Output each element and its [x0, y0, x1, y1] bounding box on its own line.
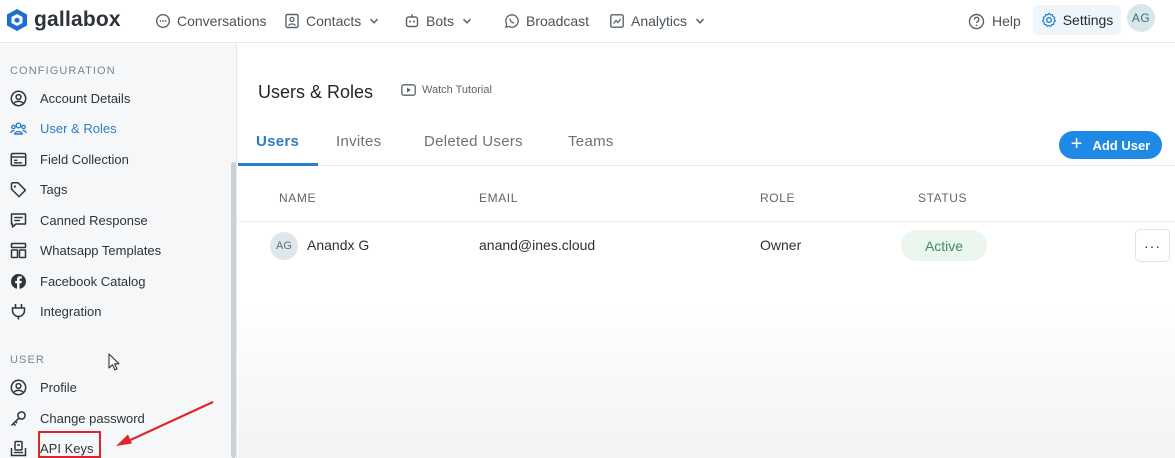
- sidebar-item-canned-response[interactable]: Canned Response: [10, 209, 148, 231]
- page-title: Users & Roles: [258, 82, 374, 102]
- tab-deleted-users[interactable]: Deleted Users: [424, 133, 523, 150]
- plug-icon: [11, 303, 26, 319]
- key-icon: [10, 410, 26, 426]
- sidebar-item-label: Field Collection: [40, 151, 129, 167]
- cell-email: anand@ines.cloud: [479, 237, 596, 253]
- sidebar-item-whatsapp-templates[interactable]: Whatsapp Templates: [10, 239, 161, 261]
- user-circle-icon: [10, 379, 27, 395]
- user-circle-icon: [10, 90, 27, 106]
- analytics-chart-icon: [610, 14, 624, 28]
- facebook-icon: [11, 273, 26, 289]
- nav-analytics-label: Analytics: [631, 13, 688, 29]
- row-more-options-button[interactable]: ···: [1135, 229, 1170, 262]
- id-card-icon: [10, 152, 27, 166]
- chat-bubble-icon: [155, 13, 171, 29]
- tab-teams[interactable]: Teams: [568, 133, 614, 150]
- nav-bots[interactable]: Bots: [404, 9, 472, 33]
- sidebar-item-user-roles[interactable]: User & Roles: [10, 117, 117, 139]
- sidebar-item-label: Tags: [40, 181, 68, 197]
- sidebar-item-profile[interactable]: Profile: [10, 376, 77, 398]
- column-header-email: EMAIL: [479, 191, 519, 205]
- sidebar-item-label: Facebook Catalog: [40, 273, 146, 289]
- sidebar-item-field-collection[interactable]: Field Collection: [10, 148, 129, 170]
- column-header-name: NAME: [279, 191, 317, 205]
- tab-users[interactable]: Users: [256, 133, 299, 150]
- tab-invites[interactable]: Invites: [336, 133, 381, 150]
- template-icon: [10, 242, 27, 258]
- chevron-down-icon: [370, 18, 379, 24]
- nav-broadcast[interactable]: Broadcast: [504, 9, 589, 33]
- plus-icon: +: [1070, 133, 1083, 155]
- api-key-icon: [10, 440, 27, 456]
- chevron-down-icon: [695, 18, 705, 24]
- nav-contacts[interactable]: Contacts: [284, 9, 379, 33]
- users-icon: [10, 122, 27, 135]
- sidebar-item-label: Whatsapp Templates: [40, 242, 162, 258]
- nav-conversations[interactable]: Conversations: [155, 9, 267, 33]
- sidebar-item-label: User & Roles: [40, 120, 117, 136]
- message-icon: [10, 212, 27, 228]
- sidebar-item-label: Profile: [40, 379, 77, 395]
- active-tab-indicator: [238, 163, 318, 166]
- gear-icon: [1041, 12, 1056, 27]
- brand[interactable]: gallabox: [6, 8, 121, 32]
- cell-role: Owner: [760, 237, 802, 253]
- nav-analytics[interactable]: Analytics: [609, 9, 705, 33]
- cell-name: Anandx G: [307, 237, 370, 253]
- user-avatar[interactable]: AG: [1127, 4, 1155, 32]
- top-navigation-bar: gallabox Conversations Contacts Bots Bro…: [0, 0, 1175, 43]
- watch-tutorial-link[interactable]: Watch Tutorial: [401, 84, 492, 96]
- tag-icon: [10, 181, 27, 197]
- section-label-configuration: CONFIGURATION: [10, 65, 116, 77]
- table-header-divider: [238, 221, 1175, 222]
- gallabox-logo-icon: [7, 9, 27, 31]
- section-label-user: USER: [10, 354, 45, 366]
- sidebar-item-label: Canned Response: [40, 212, 148, 228]
- chevron-down-icon: [462, 18, 472, 24]
- column-header-status: STATUS: [918, 191, 968, 205]
- status-badge: Active: [901, 230, 987, 261]
- sidebar-item-facebook-catalog[interactable]: Facebook Catalog: [10, 270, 146, 292]
- help-label: Help: [992, 13, 1021, 29]
- sidebar-item-label: Account Details: [40, 90, 131, 106]
- annotation-highlight-box: [38, 431, 101, 458]
- settings-label: Settings: [1062, 12, 1114, 28]
- robot-icon: [405, 14, 419, 28]
- contact-card-icon: [285, 13, 299, 29]
- settings-button[interactable]: Settings: [1033, 5, 1121, 35]
- brand-name: gallabox: [34, 8, 121, 31]
- help-circle-icon: [968, 13, 985, 29]
- sidebar-item-label: Integration: [40, 303, 102, 319]
- nav-bots-label: Bots: [426, 13, 455, 29]
- help-link[interactable]: Help: [968, 9, 1021, 33]
- play-video-icon: [401, 84, 416, 96]
- nav-contacts-label: Contacts: [306, 13, 362, 29]
- watch-tutorial-label: Watch Tutorial: [422, 84, 492, 96]
- tabs-divider: [238, 165, 1175, 166]
- nav-broadcast-label: Broadcast: [526, 13, 590, 29]
- whatsapp-icon: [504, 14, 519, 29]
- add-user-button[interactable]: + Add User: [1059, 131, 1162, 159]
- column-header-role: ROLE: [760, 191, 796, 205]
- sidebar-item-integration[interactable]: Integration: [10, 300, 101, 322]
- nav-conversations-label: Conversations: [177, 13, 267, 29]
- sidebar-item-account-details[interactable]: Account Details: [10, 87, 130, 109]
- table-body-background: [238, 300, 1175, 458]
- sidebar-scrollbar[interactable]: [231, 162, 236, 458]
- avatar: AG: [270, 232, 298, 260]
- add-user-label: Add User: [1092, 137, 1151, 153]
- sidebar-item-tags[interactable]: Tags: [10, 178, 67, 200]
- mouse-cursor-icon: [108, 353, 120, 371]
- annotation-arrow-icon: [116, 401, 214, 446]
